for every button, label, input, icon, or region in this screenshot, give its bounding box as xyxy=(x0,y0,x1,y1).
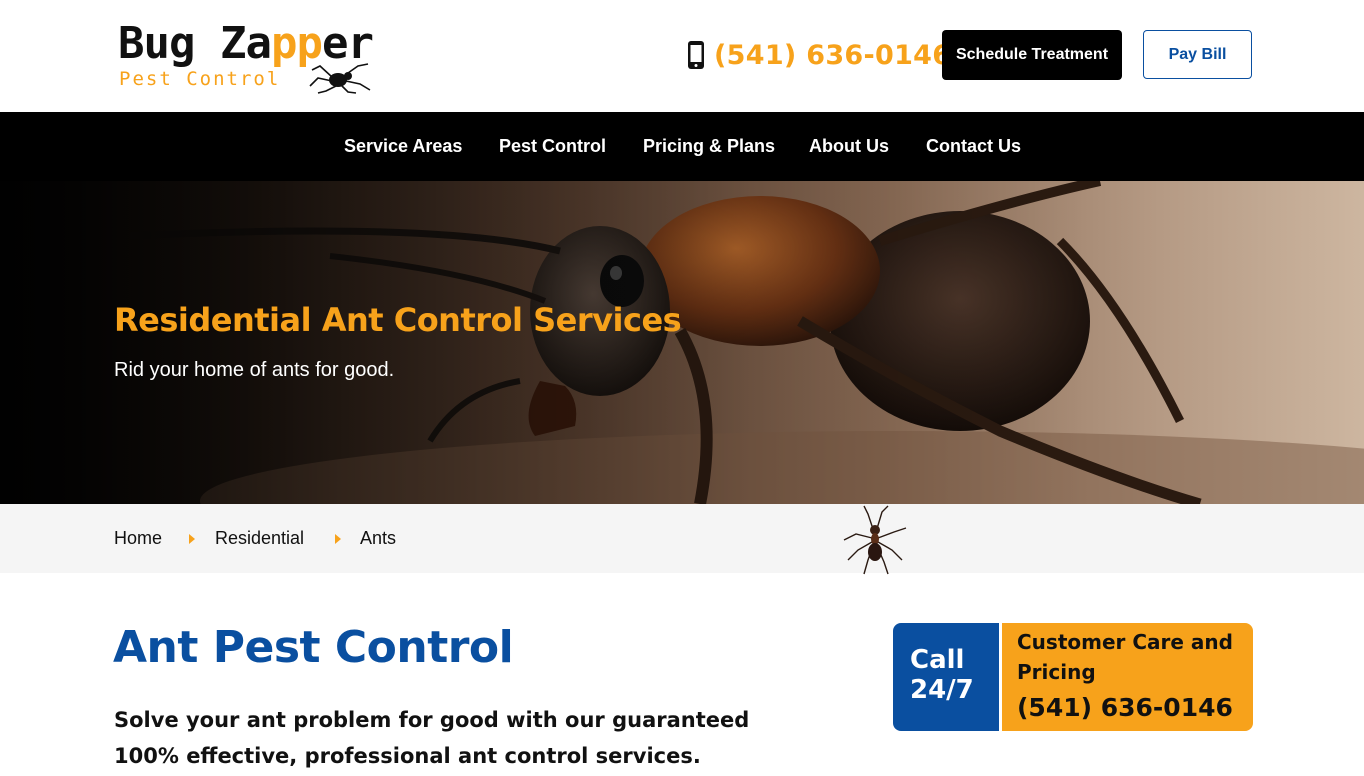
hours-label: 24/7 xyxy=(910,675,974,705)
nav-item-about-us[interactable]: About Us xyxy=(809,112,889,181)
intro-text: Solve your ant problem for good with our… xyxy=(114,708,750,768)
breadcrumb-residential[interactable]: Residential xyxy=(215,528,304,549)
site-header: Bug Zapper Pest Control (541) 636-0146 S… xyxy=(0,0,1364,112)
logo[interactable]: Bug Zapper Pest Control xyxy=(118,20,378,94)
hero-subtitle: Rid your home of ants for good. xyxy=(114,359,395,381)
caret-right-icon xyxy=(335,534,341,544)
customer-care-phone[interactable]: (541) 636-0146 xyxy=(1017,693,1233,722)
hero-title: Residential Ant Control Services xyxy=(114,301,682,339)
header-phone-number[interactable]: (541) 636-0146 xyxy=(714,40,951,71)
schedule-treatment-button[interactable]: Schedule Treatment xyxy=(942,30,1122,80)
nav-item-pricing-plans[interactable]: Pricing & Plans xyxy=(643,112,775,181)
nav-item-contact-us[interactable]: Contact Us xyxy=(926,112,1021,181)
customer-care-panel: Customer Care and Pricing (541) 636-0146 xyxy=(1002,623,1253,731)
call-24-7-panel: Call 24/7 xyxy=(893,623,999,731)
hero-banner: Residential Ant Control Services Rid you… xyxy=(0,181,1364,504)
main-nav: Service Areas Pest Control Pricing & Pla… xyxy=(0,112,1364,181)
caret-right-icon xyxy=(189,534,195,544)
breadcrumb: Home Residential Ants xyxy=(0,504,1364,573)
call-label: Call xyxy=(910,645,965,675)
logo-tagline: Pest Control xyxy=(119,68,281,90)
header-phone[interactable]: (541) 636-0146 xyxy=(686,38,951,72)
spider-icon xyxy=(309,63,371,94)
ant-icon xyxy=(843,505,907,575)
page-title: Ant Pest Control xyxy=(113,622,514,673)
customer-care-title: Customer Care and Pricing xyxy=(1017,630,1233,684)
breadcrumb-home[interactable]: Home xyxy=(114,528,162,549)
nav-item-service-areas[interactable]: Service Areas xyxy=(344,112,462,181)
nav-item-pest-control[interactable]: Pest Control xyxy=(499,112,606,181)
pay-bill-button[interactable]: Pay Bill xyxy=(1143,30,1252,79)
mobile-phone-icon xyxy=(688,41,704,69)
call-box[interactable]: Call 24/7 Customer Care and Pricing (541… xyxy=(893,623,1253,731)
breadcrumb-ants: Ants xyxy=(360,528,397,548)
